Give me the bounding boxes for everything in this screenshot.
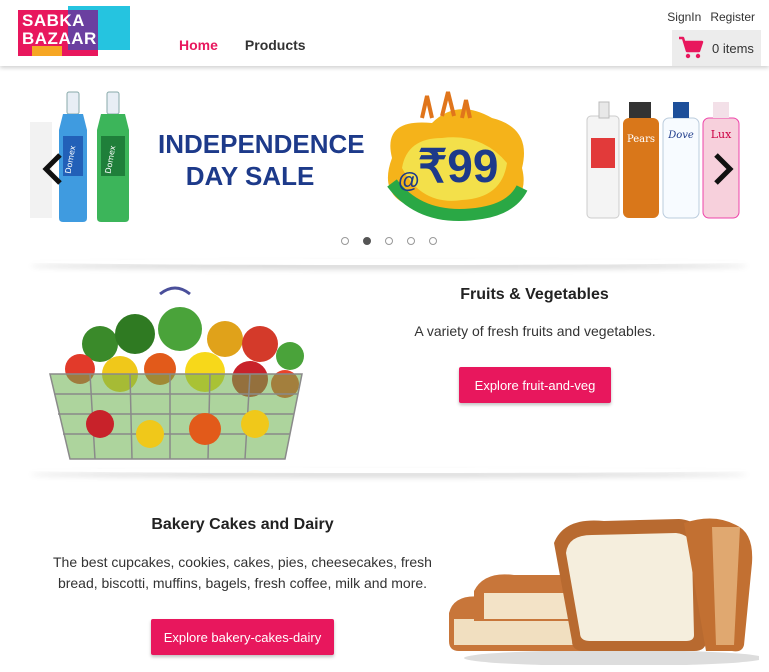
price-prefix: @ — [398, 168, 419, 193]
sale-banner-text: INDEPENDENCE DAY SALE — [158, 128, 365, 192]
description-line-1: The best cupcakes, cookies, cakes, pies,… — [53, 554, 432, 570]
category-bakery-cakes-dairy: Bakery Cakes and Dairy The best cupcakes… — [0, 485, 769, 672]
price-value: ₹99 — [418, 140, 498, 192]
logo-line-1: SABKA — [22, 11, 85, 30]
sale-line-2: DAY SALE — [185, 161, 315, 191]
price-splash-graphic: @ ₹99 — [387, 91, 528, 221]
chevron-right-icon — [714, 153, 734, 185]
section-divider — [30, 468, 748, 473]
carousel-dots — [341, 237, 437, 245]
sabka-bazaar-logo[interactable]: SABKA BAZAAR — [18, 6, 130, 56]
nav-products-link[interactable]: Products — [245, 37, 306, 53]
section-title: Fruits & Vegetables — [460, 286, 609, 303]
carousel-dot-2[interactable] — [363, 237, 371, 245]
register-link[interactable]: Register — [710, 10, 755, 24]
vegetable-basket-image — [49, 286, 304, 460]
section-description: A variety of fresh fruits and vegetables… — [414, 323, 656, 339]
logo-text: SABKA BAZAAR — [22, 12, 97, 48]
domex-bottles-image: Domex Domex — [59, 91, 129, 222]
section-description: The best cupcakes, cookies, cakes, pies,… — [40, 552, 445, 594]
sale-line-1: INDEPENDENCE — [158, 129, 365, 159]
cart-item-count: 0 items — [712, 40, 754, 56]
carousel-dot-1[interactable] — [341, 237, 349, 245]
bread-slices-image — [449, 518, 759, 665]
carousel-dot-3[interactable] — [385, 237, 393, 245]
svg-text:Pears: Pears — [627, 134, 655, 145]
offers-carousel: Domex Domex INDEPENDENCE DAY SALE @ ₹99 … — [0, 72, 769, 262]
explore-bakery-cakes-dairy-button[interactable]: Explore bakery-cakes-dairy — [151, 619, 334, 655]
carousel-divider — [30, 259, 748, 265]
category-fruits-vegetables: Fruits & Vegetables A variety of fresh f… — [0, 270, 769, 475]
carousel-dot-5[interactable] — [429, 237, 437, 245]
svg-text:Dove: Dove — [667, 130, 694, 141]
section-title: Bakery Cakes and Dairy — [151, 516, 334, 533]
cart-button[interactable]: 0 items — [672, 30, 761, 66]
site-header: SABKA BAZAAR Home Products SignIn Regist… — [0, 0, 769, 66]
logo-line-2: BAZAAR — [22, 29, 97, 48]
nav-home-link[interactable]: Home — [179, 37, 218, 53]
carousel-dot-4[interactable] — [407, 237, 415, 245]
carousel-prev-button[interactable] — [40, 152, 66, 195]
chevron-left-icon — [42, 153, 62, 185]
main-nav: Home Products — [179, 37, 306, 53]
signin-link[interactable]: SignIn — [667, 10, 701, 24]
svg-text:Lux: Lux — [711, 128, 732, 141]
auth-links: SignIn Register — [667, 10, 755, 24]
explore-fruit-and-veg-button[interactable]: Explore fruit-and-veg — [459, 367, 611, 403]
carousel-next-button[interactable] — [710, 152, 736, 195]
cart-icon — [679, 36, 704, 59]
description-line-2: bread, biscotti, muffins, bagels, fresh … — [57, 575, 428, 591]
